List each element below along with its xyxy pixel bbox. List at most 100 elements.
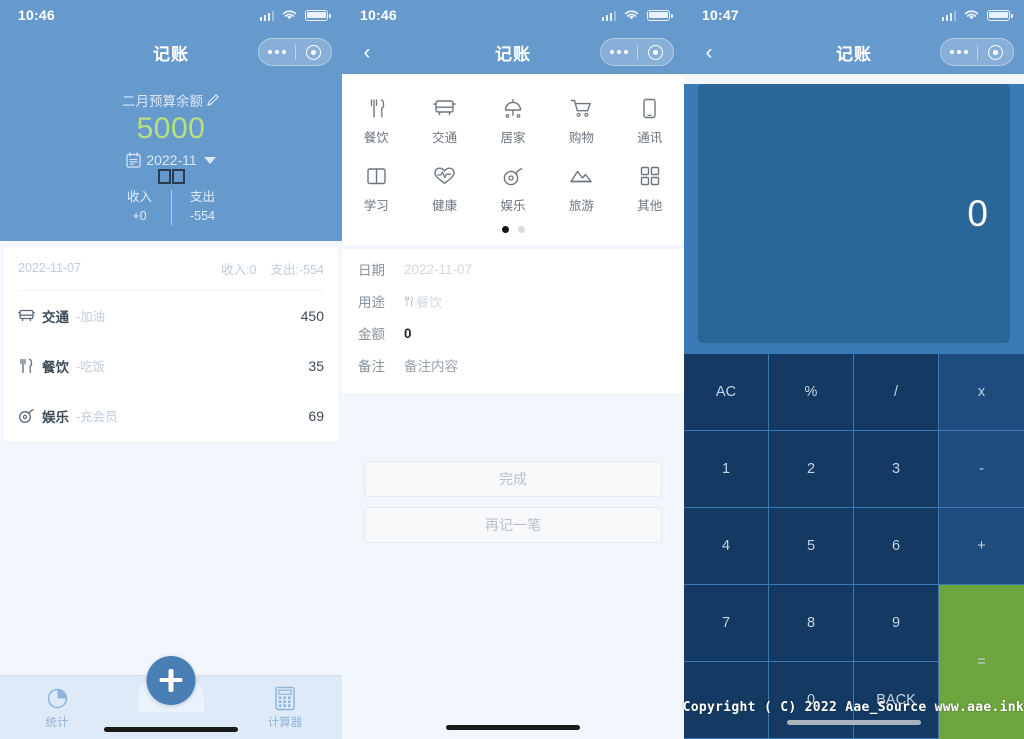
entry-amount: 450 <box>300 307 324 324</box>
home-indicator <box>446 725 580 730</box>
category-item-food[interactable]: 餐饮 <box>342 88 410 156</box>
key-ac[interactable]: AC <box>684 354 769 431</box>
tab-calculator[interactable]: 计算器 <box>228 685 342 730</box>
income-column: 收入 +0 <box>109 188 171 227</box>
calculator-body: 0 AC % / x 1 2 3 - 4 5 6 + 7 8 9 = . 0 B… <box>684 84 1024 739</box>
category-item-health[interactable]: 健康 <box>410 156 478 224</box>
phone-screen-add-entry: 10:46 ‹ 记账 餐饮 交通 居家 购物 通讯 学习 健康 娱乐 旅游 其他… <box>342 0 684 739</box>
category-label: 购物 <box>568 131 594 145</box>
pager-dot[interactable] <box>517 226 525 233</box>
table-row[interactable]: 娱乐 -充会员 69 <box>18 391 324 441</box>
target-icon[interactable] <box>978 44 1014 60</box>
more-dots-icon[interactable] <box>601 50 637 54</box>
status-time: 10:46 <box>18 7 55 23</box>
more-dots-icon[interactable] <box>941 50 977 54</box>
key-5[interactable]: 5 <box>769 508 854 585</box>
category-pager[interactable] <box>342 224 684 237</box>
calendar-icon <box>126 152 141 168</box>
grid-icon <box>640 164 660 188</box>
add-entry-button[interactable] <box>146 655 196 705</box>
category-item-other[interactable]: 其他 <box>616 156 684 224</box>
transaction-list: 2022-11-07 收入:0 支出:-554 交通 -加油 450 餐饮 -吃… <box>4 246 338 441</box>
nav-bar: 记账 <box>0 30 342 74</box>
category-item-shopping[interactable]: 购物 <box>547 88 615 156</box>
category-label: 旅游 <box>568 199 594 213</box>
pager-dot-active[interactable] <box>501 226 509 233</box>
key-6[interactable]: 6 <box>854 508 939 585</box>
income-value: +0 <box>132 209 147 224</box>
pencil-icon[interactable] <box>206 93 220 107</box>
phone-screen-home: 10:46 记账 二月预算余额 5000 2022-11 收入 +0 支出 -5… <box>0 0 342 739</box>
status-bar: 10:47 <box>684 0 1024 30</box>
income-expense-summary: 收入 +0 支出 -554 <box>0 188 342 227</box>
calculator-display: 0 <box>698 84 1010 343</box>
nav-bar: ‹ 记账 <box>342 30 684 74</box>
mini-program-capsule[interactable] <box>600 38 674 66</box>
target-icon[interactable] <box>638 44 674 60</box>
list-day-expense: 支出:-554 <box>270 262 325 277</box>
form-row-date[interactable]: 日期 2022-11-07 <box>358 253 668 285</box>
more-dots-icon[interactable] <box>259 50 295 54</box>
key-equals[interactable]: = <box>939 585 1024 739</box>
tab-statistics[interactable]: 统计 <box>0 685 114 730</box>
amount-label: 金额 <box>358 327 385 342</box>
pie-chart-icon <box>0 685 114 711</box>
key-7[interactable]: 7 <box>684 585 769 662</box>
key-percent[interactable]: % <box>769 354 854 431</box>
amount-value[interactable]: 0 <box>404 326 412 341</box>
form-row-purpose[interactable]: 用途 餐饮 <box>358 285 668 317</box>
entry-note: -充会员 <box>76 410 118 425</box>
key-multiply[interactable]: x <box>939 354 1024 431</box>
bus-icon <box>433 96 456 120</box>
key-2[interactable]: 2 <box>769 431 854 508</box>
status-icons <box>941 9 1013 21</box>
chevron-down-icon[interactable] <box>203 156 216 164</box>
wifi-icon <box>964 10 979 20</box>
form-row-note[interactable]: 备注 备注内容 <box>358 349 668 381</box>
category-item-communication[interactable]: 通讯 <box>616 88 684 156</box>
entry-form: 日期 2022-11-07 用途 餐饮 金额 0 备注 备注内容 <box>342 249 684 393</box>
category-item-entertainment[interactable]: 娱乐 <box>479 156 547 224</box>
key-1[interactable]: 1 <box>684 431 769 508</box>
month-selector[interactable]: 2022-11 <box>0 152 342 168</box>
form-row-amount[interactable]: 金额 0 <box>358 317 668 349</box>
purpose-value: 餐饮 <box>416 294 443 310</box>
budget-label-row[interactable]: 二月预算余额 <box>0 90 342 110</box>
calculator-keypad: AC % / x 1 2 3 - 4 5 6 + 7 8 9 = . 0 BAC… <box>684 354 1024 739</box>
category-item-travel[interactable]: 旅游 <box>547 156 615 224</box>
key-minus[interactable]: - <box>939 431 1024 508</box>
target-icon[interactable] <box>296 44 332 60</box>
category-item-study[interactable]: 学习 <box>342 156 410 224</box>
key-8[interactable]: 8 <box>769 585 854 662</box>
note-input[interactable]: 备注内容 <box>404 355 458 375</box>
category-item-transport[interactable]: 交通 <box>410 88 478 156</box>
key-4[interactable]: 4 <box>684 508 769 585</box>
done-button[interactable]: 完成 <box>364 461 662 497</box>
add-another-button[interactable]: 再记一笔 <box>364 507 662 543</box>
purpose-value-group[interactable]: 餐饮 <box>404 292 442 311</box>
key-divide[interactable]: / <box>854 354 939 431</box>
status-time: 10:46 <box>360 7 397 23</box>
table-row[interactable]: 餐饮 -吃饭 35 <box>18 341 324 391</box>
category-grid: 餐饮 交通 居家 购物 通讯 学习 健康 娱乐 旅游 其他 <box>342 88 684 224</box>
three-phone-screenshots: 10:46 记账 二月预算余额 5000 2022-11 收入 +0 支出 -5… <box>0 0 1024 739</box>
signal-icon <box>601 10 616 21</box>
table-row[interactable]: 交通 -加油 450 <box>18 291 324 341</box>
key-plus[interactable]: + <box>939 508 1024 585</box>
tofu-box-2 <box>171 169 185 184</box>
home-indicator <box>104 727 238 732</box>
wifi-icon <box>282 10 297 20</box>
category-item-home[interactable]: 居家 <box>479 88 547 156</box>
mini-program-capsule[interactable] <box>940 38 1014 66</box>
form-actions: 完成 再记一笔 <box>342 393 684 543</box>
home-indicator <box>787 720 921 725</box>
date-value[interactable]: 2022-11-07 <box>404 262 472 277</box>
chevron-left-icon[interactable]: ‹ <box>354 37 380 67</box>
key-3[interactable]: 3 <box>854 431 939 508</box>
key-9[interactable]: 9 <box>854 585 939 662</box>
calculator-icon <box>228 685 342 711</box>
bus-icon <box>18 308 40 323</box>
mini-program-capsule[interactable] <box>258 38 332 66</box>
heartbeat-icon <box>433 164 456 188</box>
chevron-left-icon[interactable]: ‹ <box>696 37 722 67</box>
